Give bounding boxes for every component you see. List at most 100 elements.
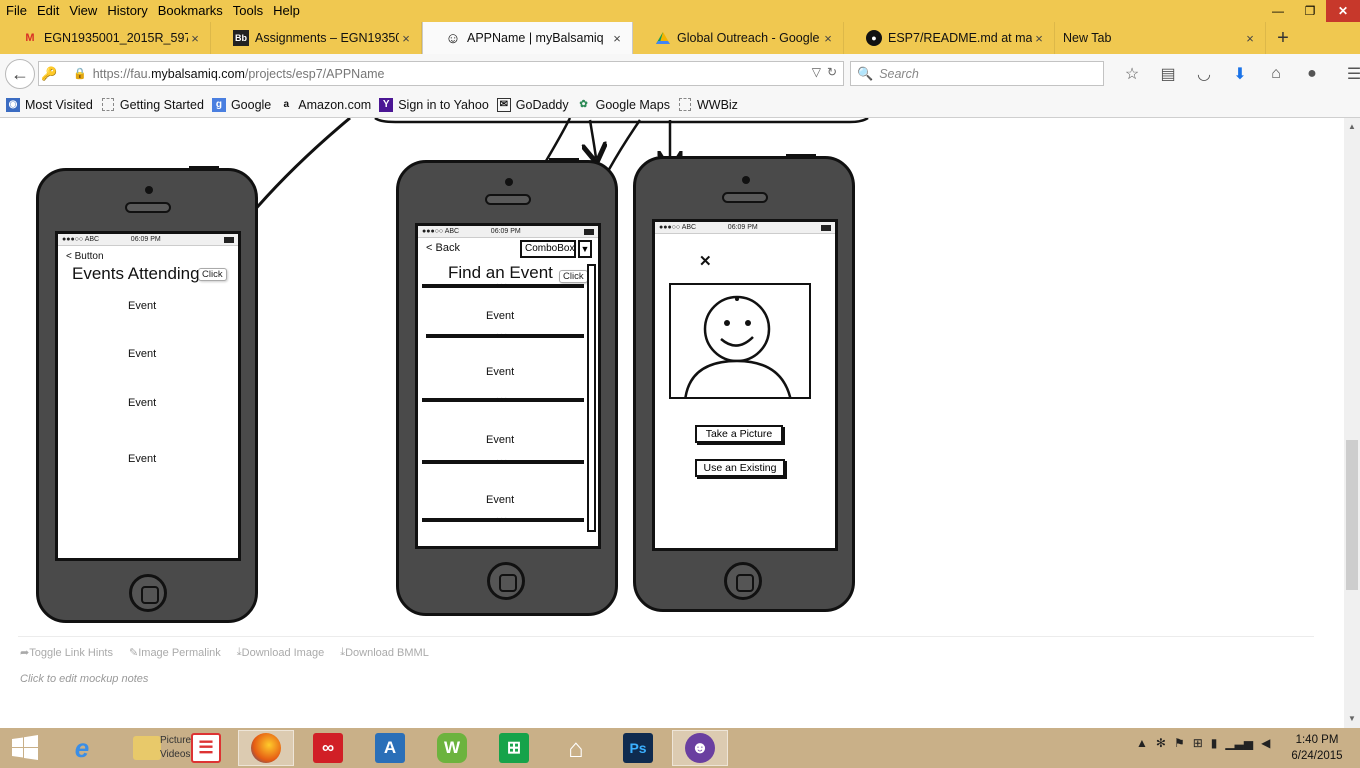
tab-appname-mybalsamiq[interactable]: ☺ APPName | myBalsamiq × [422,22,633,54]
image-permalink-link[interactable]: ✎ Image Permalink [129,646,221,660]
taskbar-app-a[interactable]: A [362,730,418,766]
battery-icon [224,236,234,243]
combobox[interactable]: ComboBox [520,240,576,258]
download-bmml-link[interactable]: ⤓ Download BMML [340,646,429,659]
bookmark-yahoo[interactable]: Y Sign in to Yahoo [379,97,489,112]
close-icon[interactable]: ✕ [699,252,712,270]
windows-flag-icon[interactable]: ⊞ [1193,736,1203,750]
taskbar-home[interactable]: ⌂ [548,730,604,766]
phone-home-button [129,574,167,612]
download-image-link[interactable]: ⤓ Download Image [237,646,324,659]
event-item[interactable]: Event [486,310,514,322]
tab-close-icon[interactable]: × [821,31,835,46]
download-icon[interactable]: ⬇ [1222,63,1258,85]
show-hidden-icons-icon[interactable]: ▲ [1136,736,1148,750]
chat-icon[interactable]: ● [1294,63,1330,85]
bookmark-wwbiz[interactable]: WWBiz [678,98,738,112]
menu-hamburger-icon[interactable]: ☰ [1336,63,1360,85]
toggle-link-hints-link[interactable]: ➦ Toggle Link Hints [20,646,113,660]
menu-tools[interactable]: Tools [228,0,268,22]
status-time: 06:09 PM [490,228,521,235]
menu-help[interactable]: Help [268,0,305,22]
event-item[interactable]: Event [486,434,514,446]
system-clock[interactable]: 1:40 PM 6/24/2015 [1286,732,1348,764]
taskbar-creative-cloud[interactable]: ∞ [300,730,356,766]
network-icon[interactable]: ▁▃▅ [1225,736,1253,750]
tab-label: New Tab [1063,31,1112,45]
search-input[interactable]: 🔍 Search [850,61,1104,86]
page-scrollbar[interactable]: ▲ ▼ [1344,118,1360,728]
minimize-button[interactable]: — [1262,0,1294,22]
event-item[interactable]: Event [128,453,156,465]
tab-assignments[interactable]: Bb Assignments – EGN193500... × [211,22,422,54]
list-scrollbar[interactable] [587,264,596,532]
lock-icon: 🔒 [73,68,87,80]
reload-icon[interactable]: ↻ [827,65,837,79]
tab-github-readme[interactable]: ● ESP7/README.md at mast... × [844,22,1055,54]
action-center-icon[interactable]: ⚑ [1174,736,1185,750]
taskbar-firefox[interactable] [238,730,294,766]
pocket-icon[interactable]: ◡ [1186,63,1222,85]
menu-bookmarks[interactable]: Bookmarks [153,0,228,22]
bookmark-amazon[interactable]: a Amazon.com [279,98,371,112]
bookmark-getting-started[interactable]: Getting Started [101,98,204,112]
new-tab-button[interactable]: + [1266,22,1300,54]
tab-new-tab[interactable]: New Tab × [1055,22,1266,54]
click-hotspot[interactable]: Click [559,270,588,283]
close-window-button[interactable]: ✕ [1326,0,1360,22]
use-existing-button[interactable]: Use an Existing [695,459,785,477]
take-picture-button[interactable]: Take a Picture [695,425,783,443]
bookmark-godaddy[interactable]: ✉ GoDaddy [496,97,569,112]
taskbar-todoist[interactable]: ☰ [178,730,234,766]
tab-global-outreach[interactable]: Global Outreach - Google ... × [633,22,844,54]
event-item[interactable]: Event [128,397,156,409]
taskbar-github[interactable]: ☻ [672,730,728,766]
status-bar: ●●●○○ ABC 06:09 PM [418,226,598,238]
power-icon[interactable]: ▮ [1211,736,1218,750]
taskbar-store[interactable]: ⊞ [486,730,542,766]
event-item[interactable]: Event [128,348,156,360]
event-item[interactable]: Event [128,300,156,312]
home-icon[interactable]: ⌂ [1258,63,1294,85]
event-item[interactable]: Event [486,494,514,506]
volume-icon[interactable]: ◀ [1261,736,1270,750]
tab-label: APPName | myBalsamiq [467,31,604,45]
phone-home-button [724,562,762,600]
event-item[interactable]: Event [486,366,514,378]
menu-history[interactable]: History [102,0,152,22]
reading-list-icon[interactable]: ▤ [1150,63,1186,85]
menu-file[interactable]: File [0,0,32,22]
url-bar[interactable]: 🔑 🔒 https://fau. mybalsamiq.com/projects/… [38,61,844,86]
sync-icon[interactable]: ✻ [1156,736,1166,750]
menu-edit[interactable]: Edit [32,0,64,22]
scroll-up-icon[interactable]: ▲ [1344,122,1360,131]
combobox-arrow-icon[interactable]: ▼ [578,240,592,258]
mockup-notes[interactable]: Click to edit mockup notes [20,673,148,685]
tab-gmail[interactable]: M EGN1935001_2015R_59742 (... × [0,22,211,54]
scroll-down-icon[interactable]: ▼ [1344,714,1360,723]
bookmark-most-visited[interactable]: ◉ Most Visited [6,97,93,112]
restore-button[interactable]: ❐ [1294,0,1326,22]
tab-close-icon[interactable]: × [610,31,624,46]
tab-close-icon[interactable]: × [1032,31,1046,46]
click-hotspot[interactable]: Click [198,268,227,281]
back-button[interactable]: < Button [66,251,104,262]
site-identity-icon[interactable]: 🔑 [41,66,57,82]
taskbar-internet-explorer[interactable]: e [54,730,110,766]
tab-close-icon[interactable]: × [188,31,202,46]
bookmark-star-icon[interactable]: ☆ [1114,63,1150,85]
taskbar-file-explorer[interactable]: Pictures Videos [114,730,196,766]
tab-close-icon[interactable]: × [399,31,413,46]
scroll-thumb[interactable] [1346,440,1358,590]
bookmark-google-maps[interactable]: ✿ Google Maps [577,98,670,112]
taskbar-w-app[interactable]: W [424,730,480,766]
back-button[interactable]: < Back [426,242,460,254]
start-button[interactable] [0,730,50,766]
taskbar-photoshop[interactable]: Ps [610,730,666,766]
menu-view[interactable]: View [64,0,102,22]
clock-date: 6/24/2015 [1291,750,1343,762]
bookmark-google[interactable]: g Google [211,97,271,112]
history-dropdown-icon[interactable]: ▽ [812,65,821,79]
back-button[interactable]: ← [5,59,35,89]
tab-close-icon[interactable]: × [1243,31,1257,46]
